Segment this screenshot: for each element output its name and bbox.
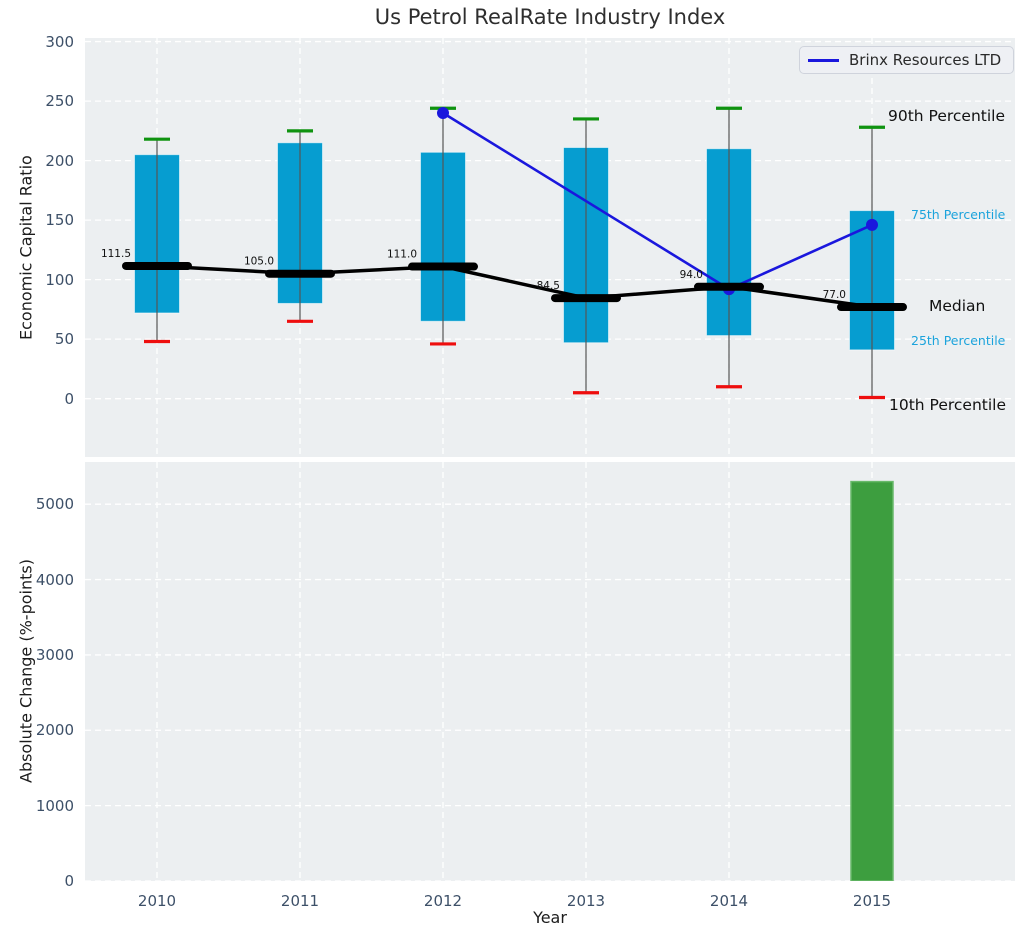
median-value-label-2015: 77.0 [823, 289, 846, 301]
top-y-tick-label: 200 [14, 151, 74, 171]
x-tick-label-2012: 2012 [403, 891, 483, 911]
brinx-marker-2012 [437, 107, 449, 119]
annotation-90th-percentile: 90th Percentile [888, 107, 1005, 125]
brinx-marker-2015 [866, 219, 878, 231]
top-y-tick-label: 0 [14, 389, 74, 409]
bottom-y-tick-label: 4000 [14, 570, 74, 590]
change-bar-2015 [851, 482, 893, 881]
annotation-75th-percentile: 75th Percentile [911, 207, 1005, 222]
bottom-y-tick-label: 5000 [14, 494, 74, 514]
top-y-tick-label: 50 [14, 329, 74, 349]
annotation-25th-percentile: 25th Percentile [911, 333, 1005, 348]
x-tick-label-2015: 2015 [832, 891, 912, 911]
bottom-y-tick-label: 3000 [14, 645, 74, 665]
median-value-label-2010: 111.5 [101, 248, 131, 260]
x-tick-label-2013: 2013 [546, 891, 626, 911]
legend-label: Brinx Resources LTD [849, 51, 1001, 69]
median-value-label-2011: 105.0 [244, 256, 274, 268]
figure: Us Petrol RealRate Industry Index 111.51… [0, 0, 1026, 942]
top-y-tick-label: 300 [14, 32, 74, 52]
chart-title: Us Petrol RealRate Industry Index [85, 5, 1015, 29]
median-value-label-2014: 94.0 [680, 269, 703, 281]
top-y-tick-label: 250 [14, 91, 74, 111]
percentile-chart: 111.5 105.0 111.0 84.5 94.0 77.0 [85, 38, 1015, 457]
bottom-y-tick-label: 0 [14, 871, 74, 891]
annotation-10th-percentile: 10th Percentile [889, 396, 1006, 414]
top-axes: 111.5 105.0 111.0 84.5 94.0 77.0 [85, 38, 1015, 457]
legend-line-sample-icon [808, 59, 839, 62]
x-tick-label-2014: 2014 [689, 891, 769, 911]
bottom-axes [85, 462, 1015, 881]
x-tick-label-2010: 2010 [117, 891, 197, 911]
median-value-label-2012: 111.0 [387, 249, 417, 261]
change-bar-chart [85, 462, 1015, 881]
brinx-line [443, 113, 872, 289]
annotation-median: Median [929, 297, 985, 315]
top-y-tick-label: 150 [14, 210, 74, 230]
bottom-y-tick-label: 2000 [14, 720, 74, 740]
legend: Brinx Resources LTD [799, 46, 1014, 74]
bottom-y-axis-label: Absolute Change (%-points) [14, 462, 38, 881]
bottom-y-tick-label: 1000 [14, 796, 74, 816]
top-y-tick-label: 100 [14, 270, 74, 290]
x-tick-label-2011: 2011 [260, 891, 340, 911]
median-value-label-2013: 84.5 [537, 280, 560, 292]
